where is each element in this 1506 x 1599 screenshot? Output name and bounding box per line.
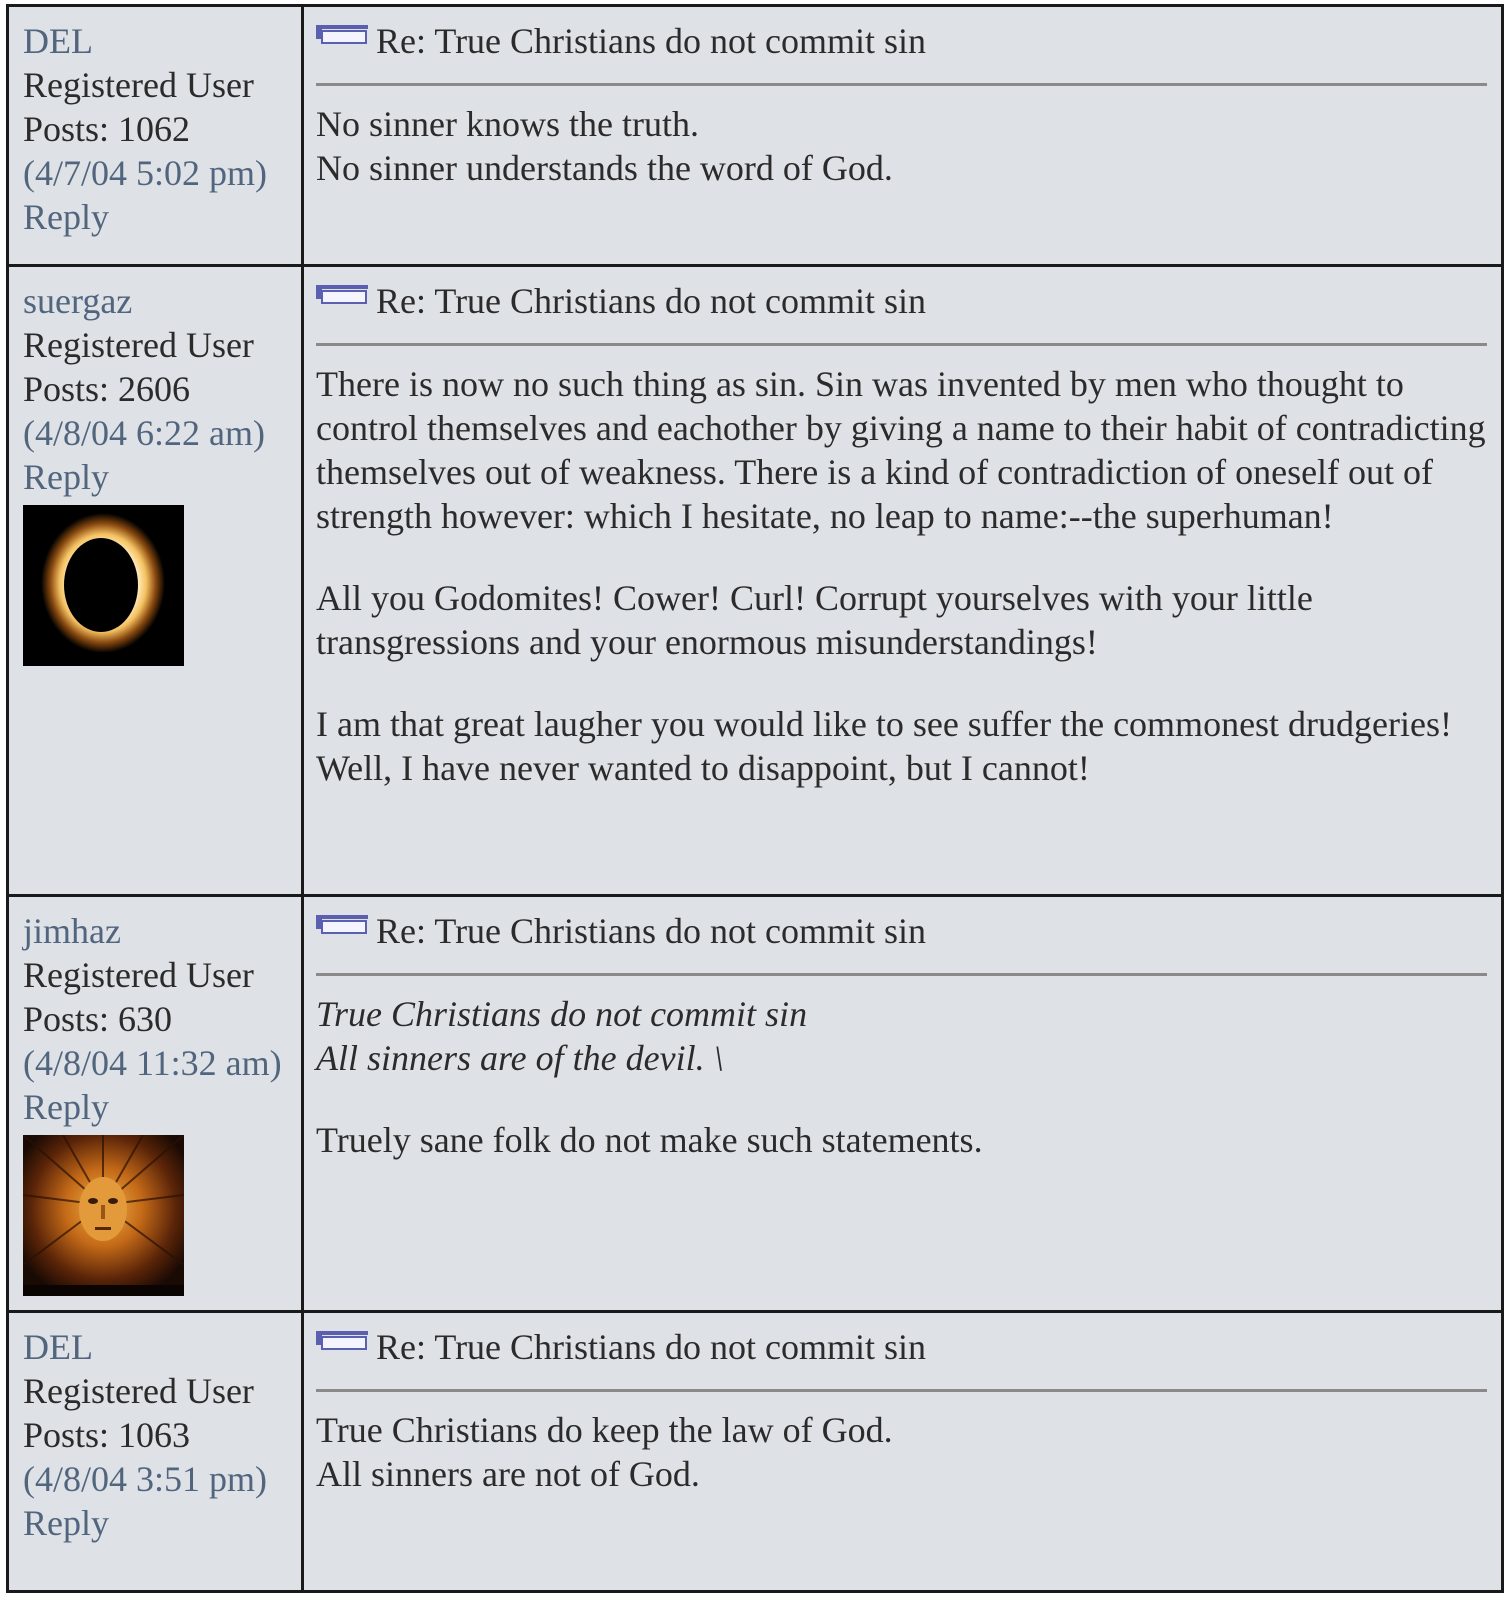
username-link[interactable]: DEL (23, 19, 301, 63)
author-cell: jimhaz Registered User Posts: 630 (4/8/0… (6, 894, 304, 1313)
post-row: jimhaz Registered User Posts: 630 (4/8/0… (6, 894, 1504, 1313)
post-paragraph: I am that great laugher you would like t… (316, 704, 1452, 788)
subject-divider (316, 343, 1487, 346)
post-body: True Christians do keep the law of God. … (316, 1408, 1487, 1496)
author-cell: suergaz Registered User Posts: 2606 (4/8… (6, 264, 304, 897)
post-count: Posts: 1062 (23, 109, 191, 149)
post-content-cell: Re: True Christians do not commit sin No… (301, 4, 1504, 267)
post-body: True Christians do not commit sin All si… (316, 992, 1487, 1162)
post-row: DEL Registered User Posts: 1062 (4/7/04 … (6, 4, 1504, 267)
subject-divider (316, 973, 1487, 976)
subject-divider (316, 83, 1487, 86)
post-paragraph: Truely sane folk do not make such statem… (316, 1120, 983, 1160)
post-subject-line: Re: True Christians do not commit sin (316, 909, 1487, 953)
post-paragraph: All you Godomites! Cower! Curl! Corrupt … (316, 578, 1313, 662)
post-icon (316, 285, 368, 304)
post-paragraph: There is now no such thing as sin. Sin w… (316, 364, 1486, 536)
username-link[interactable]: jimhaz (23, 909, 301, 953)
user-role: Registered User (23, 65, 254, 105)
post-subject-line: Re: True Christians do not commit sin (316, 19, 1487, 63)
post-row: suergaz Registered User Posts: 2606 (4/8… (6, 264, 1504, 897)
reply-link[interactable]: Reply (23, 455, 301, 499)
reply-link[interactable]: Reply (23, 195, 301, 239)
reply-link[interactable]: Reply (23, 1085, 301, 1129)
user-role: Registered User (23, 955, 254, 995)
post-date-link[interactable]: (4/8/04 3:51 pm) (23, 1457, 301, 1501)
post-content-cell: Re: True Christians do not commit sin Th… (301, 264, 1504, 897)
post-count: Posts: 1063 (23, 1415, 191, 1455)
post-subject: Re: True Christians do not commit sin (376, 281, 927, 321)
quote-line: All sinners are of the devil. \ (316, 1038, 724, 1078)
post-icon (316, 25, 368, 44)
reply-link[interactable]: Reply (23, 1501, 301, 1545)
post-count: Posts: 2606 (23, 369, 191, 409)
author-cell: DEL Registered User Posts: 1063 (4/8/04 … (6, 1310, 304, 1593)
post-subject: Re: True Christians do not commit sin (376, 21, 927, 61)
post-subject-line: Re: True Christians do not commit sin (316, 1325, 1487, 1369)
quoted-text: True Christians do not commit sin All si… (316, 992, 1487, 1080)
user-role: Registered User (23, 1371, 254, 1411)
post-date-link[interactable]: (4/8/04 6:22 am) (23, 411, 301, 455)
post-date-link[interactable]: (4/7/04 5:02 pm) (23, 151, 301, 195)
post-content-cell: Re: True Christians do not commit sin Tr… (301, 894, 1504, 1313)
post-content-cell: Re: True Christians do not commit sin Tr… (301, 1310, 1504, 1593)
post-count: Posts: 630 (23, 999, 173, 1039)
post-body: There is now no such thing as sin. Sin w… (316, 362, 1487, 790)
quote-line: True Christians do not commit sin (316, 994, 808, 1034)
post-text: All sinners are not of God. (316, 1454, 700, 1494)
eclipse-avatar (23, 505, 184, 666)
sun-face-avatar (23, 1135, 184, 1296)
forum-thread-table: DEL Registered User Posts: 1062 (4/7/04 … (6, 4, 1504, 1593)
post-row: DEL Registered User Posts: 1063 (4/8/04 … (6, 1310, 1504, 1593)
user-role: Registered User (23, 325, 254, 365)
post-text: No sinner knows the truth. (316, 104, 699, 144)
username-link[interactable]: suergaz (23, 279, 301, 323)
subject-divider (316, 1389, 1487, 1392)
username-link[interactable]: DEL (23, 1325, 301, 1369)
post-text: No sinner understands the word of God. (316, 148, 893, 188)
post-icon (316, 915, 368, 934)
post-subject: Re: True Christians do not commit sin (376, 911, 927, 951)
post-body: No sinner knows the truth. No sinner und… (316, 102, 1487, 190)
post-subject: Re: True Christians do not commit sin (376, 1327, 927, 1367)
post-subject-line: Re: True Christians do not commit sin (316, 279, 1487, 323)
post-text: True Christians do keep the law of God. (316, 1410, 893, 1450)
author-cell: DEL Registered User Posts: 1062 (4/7/04 … (6, 4, 304, 267)
post-date-link[interactable]: (4/8/04 11:32 am) (23, 1041, 301, 1085)
post-icon (316, 1331, 368, 1350)
